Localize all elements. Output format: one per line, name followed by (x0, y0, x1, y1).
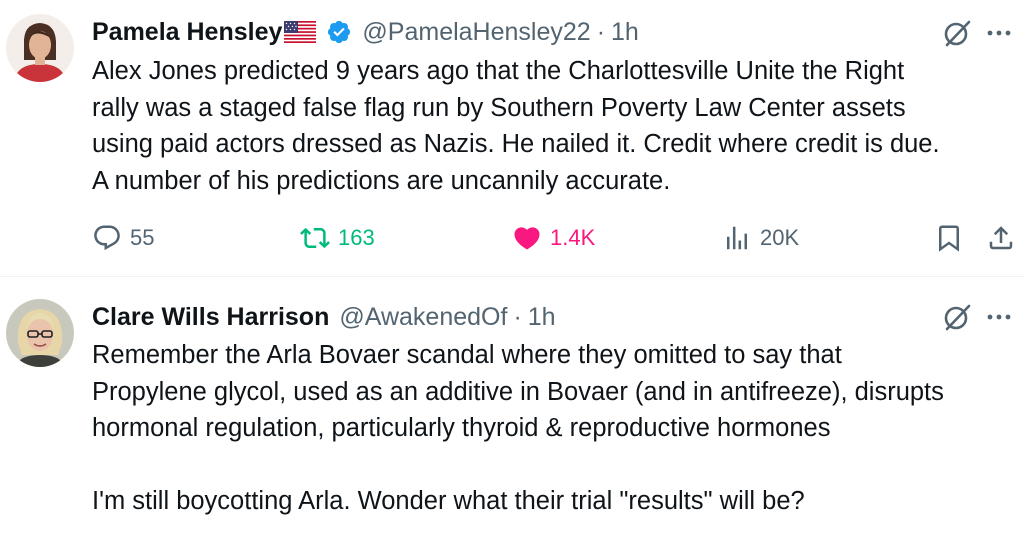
share-button[interactable] (986, 218, 1016, 258)
reply-count: 55 (130, 225, 155, 250)
bookmark-icon (939, 225, 959, 252)
reply-icon (94, 225, 120, 251)
tweet[interactable]: Clare Wills Harrison @AwakenedOf · 1h Re… (0, 277, 1024, 536)
like-button[interactable]: 1.4K (512, 218, 595, 258)
grok-icon[interactable] (942, 302, 972, 332)
repost-icon (300, 227, 330, 249)
verified-badge-icon[interactable] (326, 19, 352, 45)
avatar[interactable] (6, 14, 74, 82)
avatar-image (6, 14, 74, 82)
repost-count: 163 (338, 225, 375, 250)
timestamp[interactable]: 1h (528, 303, 556, 332)
tweet-text-line: I'm still boycotting Arla. Wonder what t… (92, 487, 805, 515)
views-button[interactable]: 20K (722, 218, 799, 258)
tweet-text-line: hormonal regulation, particularly thyroi… (92, 414, 831, 442)
tweet-text-line: Remember the Arla Bovaer scandal where t… (92, 341, 842, 369)
heart-icon (514, 227, 540, 250)
tweet-text-line: A number of his predictions are uncannil… (92, 166, 671, 195)
author-name[interactable]: Clare Wills Harrison (92, 303, 329, 332)
like-count: 1.4K (550, 225, 596, 250)
separator-dot: · (596, 17, 606, 46)
tweet-header: Pamela Hensley @PamelaHensley22 · 1h (92, 14, 914, 50)
views-count: 20K (760, 225, 800, 250)
tweet-text-line: Propylene glycol, used as an additive in… (92, 377, 944, 406)
views-icon (727, 226, 747, 250)
tweet-header: Clare Wills Harrison @AwakenedOf · 1h (92, 299, 914, 335)
more-icon[interactable] (982, 302, 1016, 332)
tweet-actions: 55 163 1.4K 20K (0, 218, 1024, 258)
share-icon (989, 226, 1013, 250)
tweet[interactable]: Pamela Hensley @PamelaHensley22 · 1h Ale… (0, 0, 1024, 276)
bookmark-button[interactable] (934, 218, 964, 258)
more-icon[interactable] (982, 18, 1016, 48)
tweet-text-line: Alex Jones predicted 9 years ago that th… (92, 57, 905, 85)
tweet-text: Alex Jones predicted 9 years ago that th… (92, 53, 1014, 199)
reply-button[interactable]: 55 (92, 218, 154, 258)
tweet-text-line: using paid actors dressed as Nazis. He n… (92, 130, 940, 158)
author-handle[interactable]: @PamelaHensley22 (362, 18, 590, 47)
tweet-text-line: rally was a staged false flag run by Sou… (92, 93, 906, 122)
author-name[interactable]: Pamela Hensley (92, 18, 282, 47)
tweet-text: Remember the Arla Bovaer scandal where t… (92, 337, 1014, 520)
separator-dot: · (513, 302, 522, 331)
avatar[interactable] (6, 299, 74, 367)
avatar-image (6, 299, 74, 367)
us-flag-icon (284, 21, 317, 43)
timestamp[interactable]: 1h (611, 18, 639, 47)
grok-icon[interactable] (942, 18, 972, 48)
author-handle[interactable]: @AwakenedOf (339, 303, 507, 332)
repost-button[interactable]: 163 (300, 218, 375, 258)
